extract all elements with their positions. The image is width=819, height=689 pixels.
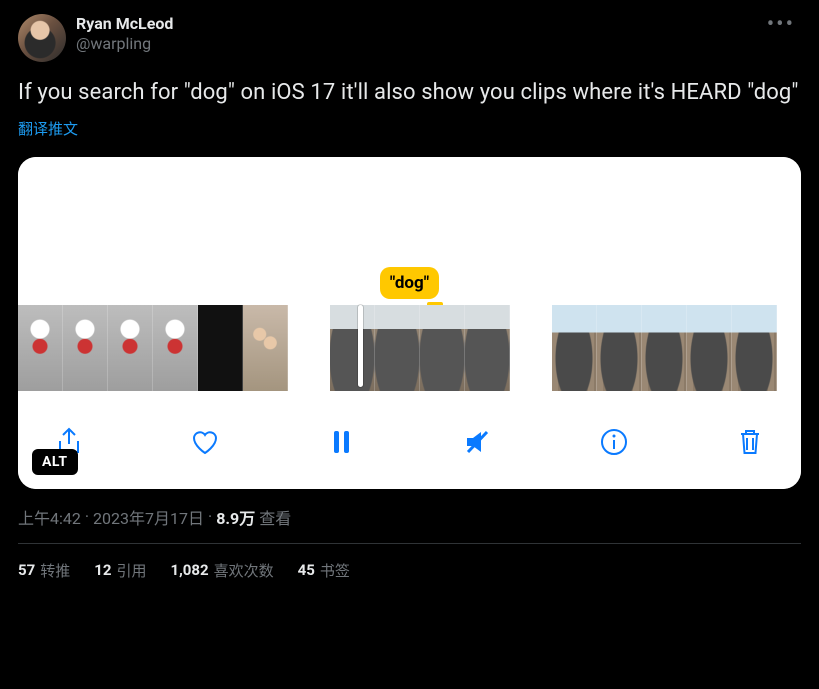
clip-thumbnail[interactable] xyxy=(153,305,198,391)
clip-thumbnail[interactable] xyxy=(597,305,642,391)
timeline-gap xyxy=(510,305,552,393)
translate-link[interactable]: 翻译推文 xyxy=(18,118,801,139)
tweet-stats: 57 转推 12 引用 1,082 喜欢次数 45 书签 xyxy=(18,544,801,581)
views-count: 8.9万 xyxy=(216,505,255,529)
stat-label: 引用 xyxy=(116,560,146,581)
clip-thumbnail[interactable] xyxy=(552,305,597,391)
caption-tag-row: "dog" xyxy=(18,267,801,305)
stat-count: 57 xyxy=(18,561,35,579)
tweet-meta: 上午4:42 · 2023年7月17日 · 8.9万 查看 xyxy=(18,505,801,529)
media-blank-area xyxy=(18,157,801,267)
stat-label: 书签 xyxy=(320,560,350,581)
likes-stat[interactable]: 1,082 喜欢次数 xyxy=(170,560,273,581)
avatar[interactable] xyxy=(18,14,66,62)
clip-thumbnail[interactable] xyxy=(687,305,732,391)
author-block[interactable]: Ryan McLeod @warpling xyxy=(76,14,751,54)
handle: @warpling xyxy=(76,34,751,54)
pause-icon[interactable] xyxy=(324,425,358,459)
meta-separator: · xyxy=(85,507,89,526)
stat-label: 转推 xyxy=(40,560,70,581)
clip-thumbnail[interactable] xyxy=(108,305,153,391)
stat-count: 12 xyxy=(94,561,111,579)
stat-label: 喜欢次数 xyxy=(214,560,274,581)
clip-thumbnail[interactable] xyxy=(642,305,687,391)
playhead[interactable] xyxy=(358,305,363,387)
clip-thumbnail[interactable] xyxy=(198,305,243,391)
retweets-stat[interactable]: 57 转推 xyxy=(18,560,70,581)
clip-group-2[interactable] xyxy=(330,305,510,393)
clip-thumbnail[interactable] xyxy=(732,305,777,391)
tweet-header: Ryan McLeod @warpling ••• xyxy=(18,14,801,62)
media-card[interactable]: "dog" xyxy=(18,157,801,489)
more-icon[interactable]: ••• xyxy=(761,8,801,41)
tweet-date[interactable]: 2023年7月17日 xyxy=(93,505,204,529)
caption-tag: "dog" xyxy=(380,267,439,299)
tweet-container: Ryan McLeod @warpling ••• If you search … xyxy=(0,0,819,581)
info-icon[interactable] xyxy=(597,425,631,459)
video-timeline[interactable] xyxy=(18,305,801,399)
quotes-stat[interactable]: 12 引用 xyxy=(94,560,146,581)
trash-icon[interactable] xyxy=(733,425,767,459)
clip-thumbnail[interactable] xyxy=(63,305,108,391)
timeline-gap xyxy=(288,305,330,393)
media-toolbar xyxy=(18,399,801,489)
clip-thumbnail[interactable] xyxy=(330,305,375,391)
heart-icon[interactable] xyxy=(188,425,222,459)
clip-thumbnail[interactable] xyxy=(420,305,465,391)
bookmarks-stat[interactable]: 45 书签 xyxy=(298,560,350,581)
caption-tag-label: "dog" xyxy=(390,273,429,293)
display-name: Ryan McLeod xyxy=(76,14,751,34)
views-label: 查看 xyxy=(259,505,291,529)
clip-thumbnail[interactable] xyxy=(18,305,63,391)
tweet-time[interactable]: 上午4:42 xyxy=(18,505,81,529)
meta-separator: · xyxy=(208,507,212,526)
clip-thumbnail[interactable] xyxy=(243,305,288,391)
clip-group-1[interactable] xyxy=(18,305,288,393)
alt-badge[interactable]: ALT xyxy=(32,449,78,475)
tweet-text: If you search for "dog" on iOS 17 it'll … xyxy=(18,78,801,108)
clip-thumbnail[interactable] xyxy=(465,305,510,391)
stat-count: 45 xyxy=(298,561,315,579)
clip-thumbnail[interactable] xyxy=(375,305,420,391)
stat-count: 1,082 xyxy=(170,561,208,579)
clip-group-3[interactable] xyxy=(552,305,777,393)
mute-icon[interactable] xyxy=(461,425,495,459)
